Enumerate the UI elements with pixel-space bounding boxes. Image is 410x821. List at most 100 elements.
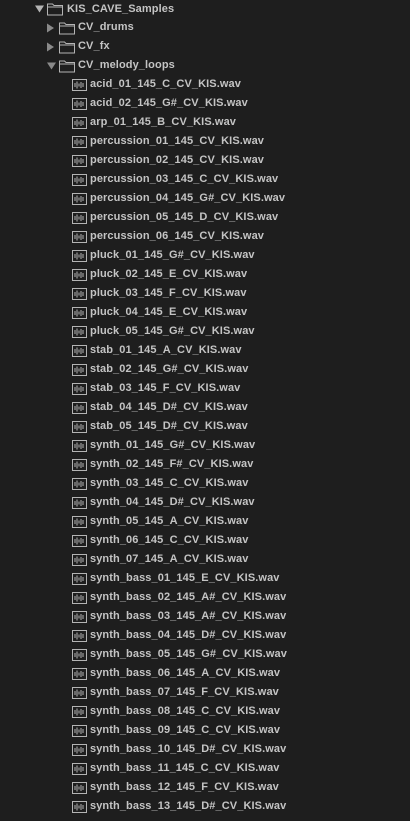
file-row[interactable]: stab_05_145_D#_CV_KIS.wav — [0, 417, 410, 436]
waveform-file-icon — [72, 800, 87, 813]
file-row[interactable]: synth_bass_02_145_A#_CV_KIS.wav — [0, 588, 410, 607]
waveform-file-icon — [72, 610, 87, 623]
waveform-file-icon — [72, 477, 87, 490]
waveform-file-icon — [72, 363, 87, 376]
file-label: synth_bass_07_145_F_CV_KIS.wav — [90, 686, 279, 698]
file-label: acid_01_145_C_CV_KIS.wav — [90, 78, 241, 90]
folder-icon — [59, 21, 75, 34]
folder-row-cv-fx[interactable]: CV_fx — [0, 37, 410, 56]
file-row[interactable]: stab_01_145_A_CV_KIS.wav — [0, 341, 410, 360]
folder-icon — [47, 3, 63, 16]
triangle-down-icon[interactable] — [35, 0, 45, 18]
waveform-file-icon — [72, 325, 87, 338]
file-row[interactable]: synth_04_145_D#_CV_KIS.wav — [0, 493, 410, 512]
file-label: stab_02_145_G#_CV_KIS.wav — [90, 363, 249, 375]
file-label: pluck_04_145_E_CV_KIS.wav — [90, 306, 248, 318]
waveform-file-icon — [72, 116, 87, 129]
file-row[interactable]: synth_02_145_F#_CV_KIS.wav — [0, 455, 410, 474]
waveform-file-icon — [72, 534, 87, 547]
folder-label: KIS_CAVE_Samples — [67, 3, 175, 15]
file-label: stab_03_145_F_CV_KIS.wav — [90, 382, 241, 394]
waveform-file-icon — [72, 192, 87, 205]
file-row[interactable]: arp_01_145_B_CV_KIS.wav — [0, 113, 410, 132]
triangle-down-icon[interactable] — [47, 56, 57, 75]
file-label: synth_04_145_D#_CV_KIS.wav — [90, 496, 255, 508]
waveform-file-icon — [72, 667, 87, 680]
waveform-file-icon — [72, 268, 87, 281]
waveform-file-icon — [72, 553, 87, 566]
file-label: percussion_01_145_CV_KIS.wav — [90, 135, 265, 147]
waveform-file-icon — [72, 306, 87, 319]
file-row[interactable]: synth_05_145_A_CV_KIS.wav — [0, 512, 410, 531]
file-row[interactable]: synth_bass_13_145_D#_CV_KIS.wav — [0, 797, 410, 816]
folder-label: CV_melody_loops — [78, 59, 175, 71]
file-row[interactable]: synth_bass_08_145_C_CV_KIS.wav — [0, 702, 410, 721]
file-row[interactable]: pluck_04_145_E_CV_KIS.wav — [0, 303, 410, 322]
file-row[interactable]: percussion_01_145_CV_KIS.wav — [0, 132, 410, 151]
file-label: percussion_05_145_D_CV_KIS.wav — [90, 211, 279, 223]
file-label: synth_bass_02_145_A#_CV_KIS.wav — [90, 591, 287, 603]
waveform-file-icon — [72, 458, 87, 471]
file-row[interactable]: synth_bass_04_145_D#_CV_KIS.wav — [0, 626, 410, 645]
file-label: synth_bass_03_145_A#_CV_KIS.wav — [90, 610, 287, 622]
file-label: stab_05_145_D#_CV_KIS.wav — [90, 420, 248, 432]
file-row[interactable]: percussion_04_145_G#_CV_KIS.wav — [0, 189, 410, 208]
file-row[interactable]: pluck_01_145_G#_CV_KIS.wav — [0, 246, 410, 265]
file-label: acid_02_145_G#_CV_KIS.wav — [90, 97, 248, 109]
waveform-file-icon — [72, 648, 87, 661]
file-label: synth_06_145_C_CV_KIS.wav — [90, 534, 249, 546]
folder-label: CV_drums — [78, 21, 134, 33]
file-row[interactable]: stab_03_145_F_CV_KIS.wav — [0, 379, 410, 398]
file-row[interactable]: synth_bass_03_145_A#_CV_KIS.wav — [0, 607, 410, 626]
folder-row-cv-drums[interactable]: CV_drums — [0, 18, 410, 37]
file-label: synth_05_145_A_CV_KIS.wav — [90, 515, 249, 527]
waveform-file-icon — [72, 686, 87, 699]
file-label: synth_bass_06_145_A_CV_KIS.wav — [90, 667, 281, 679]
file-row[interactable]: acid_02_145_G#_CV_KIS.wav — [0, 94, 410, 113]
file-row[interactable]: synth_bass_10_145_D#_CV_KIS.wav — [0, 740, 410, 759]
file-label: stab_01_145_A_CV_KIS.wav — [90, 344, 242, 356]
file-row[interactable]: synth_bass_07_145_F_CV_KIS.wav — [0, 683, 410, 702]
file-row[interactable]: synth_bass_05_145_G#_CV_KIS.wav — [0, 645, 410, 664]
file-label: synth_bass_10_145_D#_CV_KIS.wav — [90, 743, 287, 755]
file-row[interactable]: percussion_02_145_CV_KIS.wav — [0, 151, 410, 170]
file-label: pluck_05_145_G#_CV_KIS.wav — [90, 325, 255, 337]
waveform-file-icon — [72, 420, 87, 433]
file-label: arp_01_145_B_CV_KIS.wav — [90, 116, 237, 128]
folder-row-cv-melody-loops[interactable]: CV_melody_loops — [0, 56, 410, 75]
file-row[interactable]: pluck_05_145_G#_CV_KIS.wav — [0, 322, 410, 341]
file-row[interactable]: stab_04_145_D#_CV_KIS.wav — [0, 398, 410, 417]
waveform-file-icon — [72, 154, 87, 167]
file-row[interactable]: acid_01_145_C_CV_KIS.wav — [0, 75, 410, 94]
waveform-file-icon — [72, 249, 87, 262]
folder-label: CV_fx — [78, 40, 110, 52]
file-row[interactable]: percussion_03_145_C_CV_KIS.wav — [0, 170, 410, 189]
triangle-right-icon[interactable] — [47, 18, 57, 37]
file-label: synth_bass_01_145_E_CV_KIS.wav — [90, 572, 280, 584]
file-row[interactable]: pluck_02_145_E_CV_KIS.wav — [0, 265, 410, 284]
waveform-file-icon — [72, 401, 87, 414]
folder-row-root[interactable]: KIS_CAVE_Samples — [0, 0, 410, 18]
waveform-file-icon — [72, 78, 87, 91]
file-row[interactable]: synth_bass_12_145_F_CV_KIS.wav — [0, 778, 410, 797]
file-row[interactable]: stab_02_145_G#_CV_KIS.wav — [0, 360, 410, 379]
file-row[interactable]: synth_bass_01_145_E_CV_KIS.wav — [0, 569, 410, 588]
file-row[interactable]: synth_01_145_G#_CV_KIS.wav — [0, 436, 410, 455]
file-row[interactable]: pluck_03_145_F_CV_KIS.wav — [0, 284, 410, 303]
file-row[interactable]: synth_bass_11_145_C_CV_KIS.wav — [0, 759, 410, 778]
file-label: pluck_03_145_F_CV_KIS.wav — [90, 287, 247, 299]
waveform-file-icon — [72, 230, 87, 243]
file-row[interactable]: percussion_06_145_CV_KIS.wav — [0, 227, 410, 246]
file-row[interactable]: synth_07_145_A_CV_KIS.wav — [0, 550, 410, 569]
triangle-right-icon[interactable] — [47, 37, 57, 56]
waveform-file-icon — [72, 781, 87, 794]
file-label: synth_bass_08_145_C_CV_KIS.wav — [90, 705, 281, 717]
file-label: synth_07_145_A_CV_KIS.wav — [90, 553, 249, 565]
file-row[interactable]: synth_bass_06_145_A_CV_KIS.wav — [0, 664, 410, 683]
file-row[interactable]: percussion_05_145_D_CV_KIS.wav — [0, 208, 410, 227]
waveform-file-icon — [72, 591, 87, 604]
file-row[interactable]: synth_03_145_C_CV_KIS.wav — [0, 474, 410, 493]
file-label: synth_bass_11_145_C_CV_KIS.wav — [90, 762, 280, 774]
file-row[interactable]: synth_06_145_C_CV_KIS.wav — [0, 531, 410, 550]
file-row[interactable]: synth_bass_09_145_C_CV_KIS.wav — [0, 721, 410, 740]
